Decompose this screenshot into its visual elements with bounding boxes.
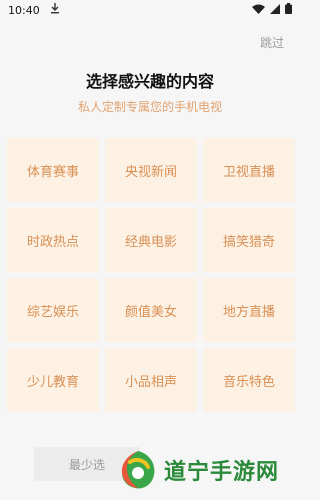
- category-tile[interactable]: 央视新闻: [105, 138, 197, 202]
- category-tile[interactable]: 搞笑猎奇: [203, 208, 295, 272]
- category-tile[interactable]: 小品相声: [105, 348, 197, 412]
- category-tile[interactable]: 时政热点: [7, 208, 99, 272]
- status-bar: 10:40: [0, 0, 300, 20]
- status-left: 10:40: [8, 3, 60, 17]
- category-tile[interactable]: 地方直播: [203, 278, 295, 342]
- download-icon: [50, 3, 60, 17]
- category-grid: 体育赛事 央视新闻 卫视直播 时政热点 经典电影 搞笑猎奇 综艺娱乐 颜值美女 …: [7, 138, 295, 412]
- wifi-icon: [252, 4, 265, 17]
- status-right: [252, 3, 292, 17]
- battery-icon: [285, 3, 292, 17]
- page-title: 选择感兴趣的内容: [85, 72, 214, 91]
- status-time: 10:40: [8, 3, 40, 17]
- page-subtitle: 私人定制专属您的手机电视: [77, 100, 222, 114]
- category-tile[interactable]: 音乐特色: [203, 348, 295, 412]
- signal-icon: [270, 3, 280, 17]
- skip-button[interactable]: 跳过: [260, 34, 284, 51]
- watermark-logo-icon: [116, 448, 160, 492]
- category-tile[interactable]: 卫视直播: [203, 138, 295, 202]
- category-tile[interactable]: 综艺娱乐: [7, 278, 99, 342]
- category-tile[interactable]: 颜值美女: [105, 278, 197, 342]
- category-tile[interactable]: 经典电影: [105, 208, 197, 272]
- watermark: 道宁手游网: [112, 440, 300, 500]
- category-tile[interactable]: 体育赛事: [7, 138, 99, 202]
- watermark-text: 道宁手游网: [164, 460, 280, 485]
- category-tile[interactable]: 少儿教育: [7, 348, 99, 412]
